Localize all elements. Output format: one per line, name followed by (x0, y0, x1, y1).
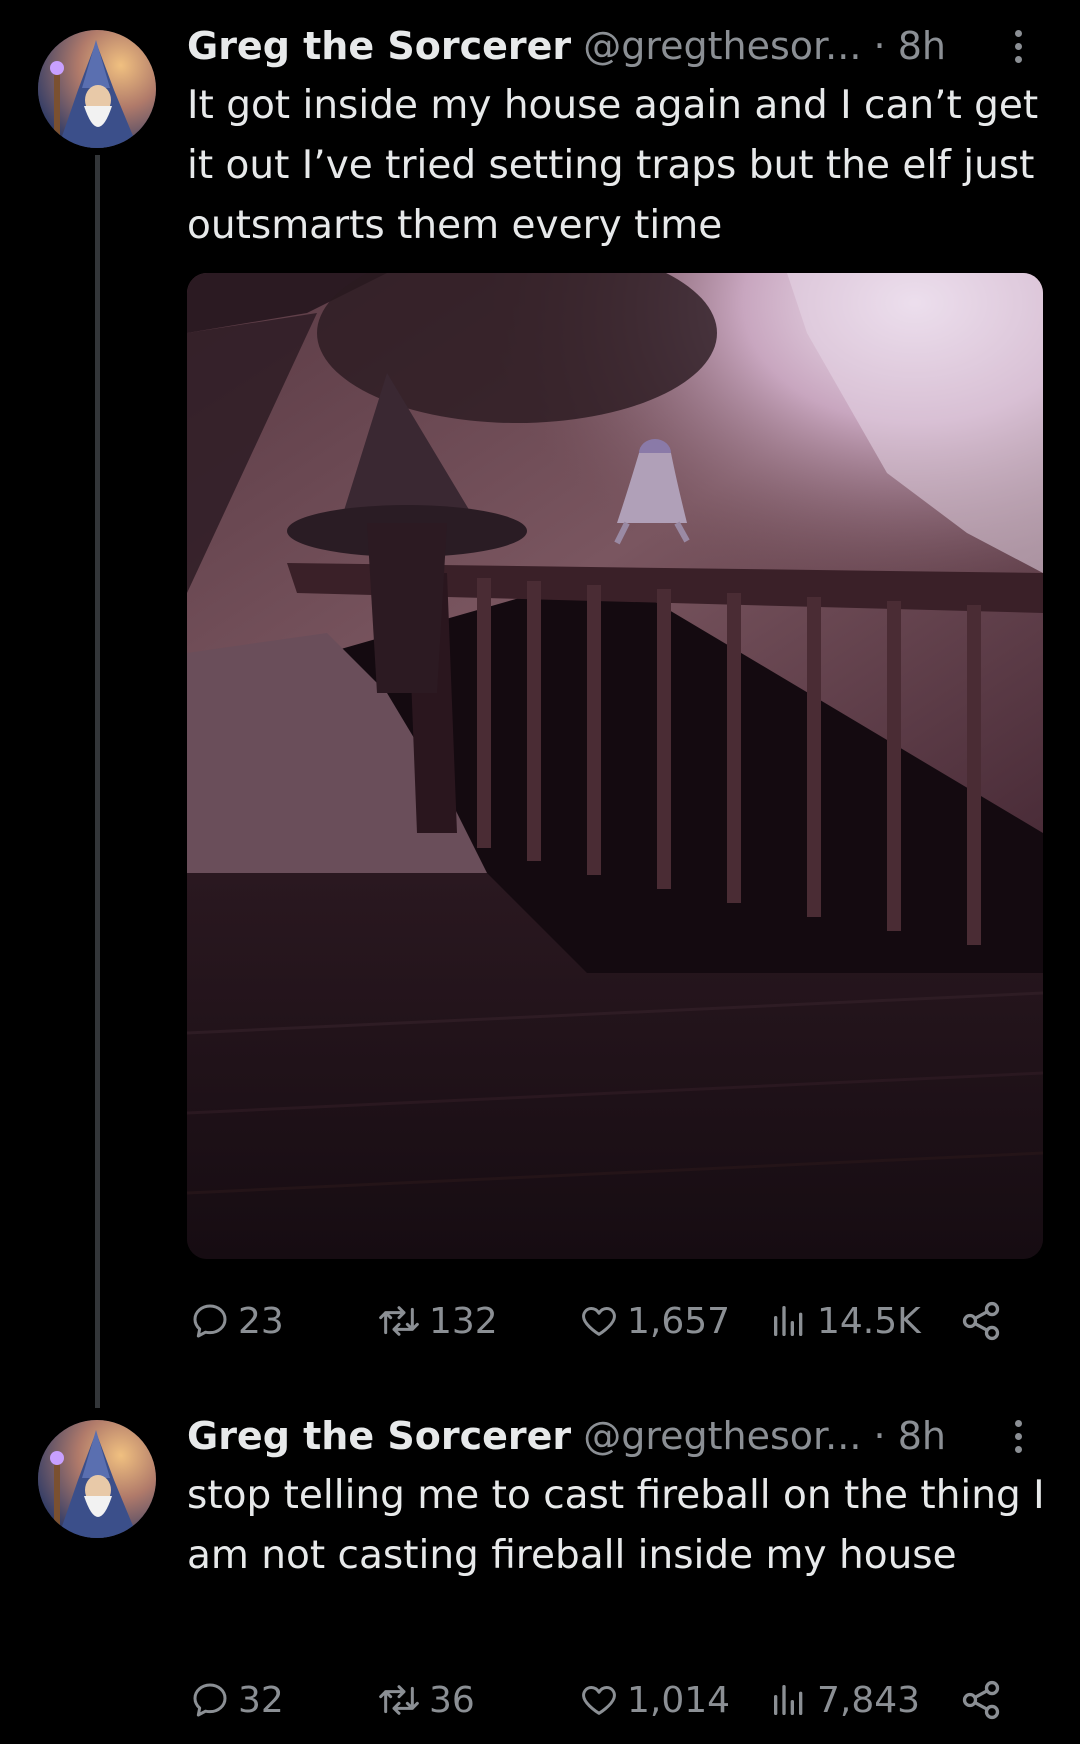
heart-icon (582, 1307, 616, 1336)
repost-count: 36 (429, 1679, 475, 1721)
wizard-avatar-image (38, 30, 156, 148)
tweet-header: Greg the Sorcerer @gregthesor... · 8h (187, 22, 946, 70)
repost-arrows-icon (379, 1306, 419, 1336)
views-button[interactable]: 7,843 (769, 1675, 920, 1725)
author-name[interactable]: Greg the Sorcerer (187, 24, 571, 68)
timestamp[interactable]: 8h (898, 24, 946, 68)
author-handle[interactable]: @gregthesor... (583, 1414, 861, 1458)
heart-icon (582, 1686, 616, 1715)
reply-button[interactable]: 32 (190, 1675, 284, 1725)
like-count: 1,657 (627, 1300, 731, 1342)
tweet-1[interactable]: Greg the Sorcerer @gregthesor... · 8h It… (0, 0, 1080, 1420)
tweet-actions: 23 132 1,657 14.5K (187, 1296, 1007, 1346)
like-count: 1,014 (627, 1679, 731, 1721)
tweet-2[interactable]: Greg the Sorcerer @gregthesor... · 8h st… (0, 1414, 1080, 1744)
repost-arrows-icon (379, 1685, 419, 1715)
views-button[interactable]: 14.5K (769, 1296, 921, 1346)
reply-button[interactable]: 23 (190, 1296, 284, 1346)
more-vertical-icon[interactable] (1003, 1412, 1033, 1460)
speech-bubble-icon (193, 1304, 227, 1338)
tweet-photo[interactable] (187, 273, 1043, 1259)
speech-bubble-icon (193, 1683, 227, 1717)
views-count: 7,843 (817, 1679, 921, 1721)
repost-count: 132 (429, 1300, 498, 1342)
views-count: 14.5K (817, 1300, 921, 1342)
timestamp[interactable]: 8h (898, 1414, 946, 1458)
author-handle[interactable]: @gregthesor... (583, 24, 861, 68)
share-button[interactable] (959, 1296, 1003, 1346)
avatar[interactable] (38, 30, 156, 148)
separator-dot: · (873, 1414, 886, 1458)
tweet-header: Greg the Sorcerer @gregthesor... · 8h (187, 1412, 946, 1460)
avatar[interactable] (38, 1420, 156, 1538)
separator-dot: · (873, 24, 886, 68)
share-button[interactable] (959, 1675, 1003, 1725)
repost-button[interactable]: 36 (377, 1675, 475, 1725)
bar-chart-icon (774, 1685, 803, 1715)
author-name[interactable]: Greg the Sorcerer (187, 1414, 571, 1458)
share-nodes-icon (962, 1680, 1000, 1720)
share-nodes-icon (962, 1301, 1000, 1341)
repost-button[interactable]: 132 (377, 1296, 498, 1346)
bar-chart-icon (774, 1306, 803, 1336)
more-vertical-icon[interactable] (1003, 22, 1033, 70)
like-button[interactable]: 1,014 (579, 1675, 730, 1725)
like-button[interactable]: 1,657 (579, 1296, 730, 1346)
tweet-actions: 32 36 1,014 7,843 (187, 1675, 1007, 1725)
reply-count: 23 (238, 1300, 284, 1342)
tweet-text: It got inside my house again and I can’t… (187, 83, 1039, 248)
wizard-avatar-image (38, 1420, 156, 1538)
reply-count: 32 (238, 1679, 284, 1721)
photo-staircase-elf (187, 273, 1043, 1259)
tweet-text: stop telling me to cast fireball on the … (187, 1473, 1045, 1578)
